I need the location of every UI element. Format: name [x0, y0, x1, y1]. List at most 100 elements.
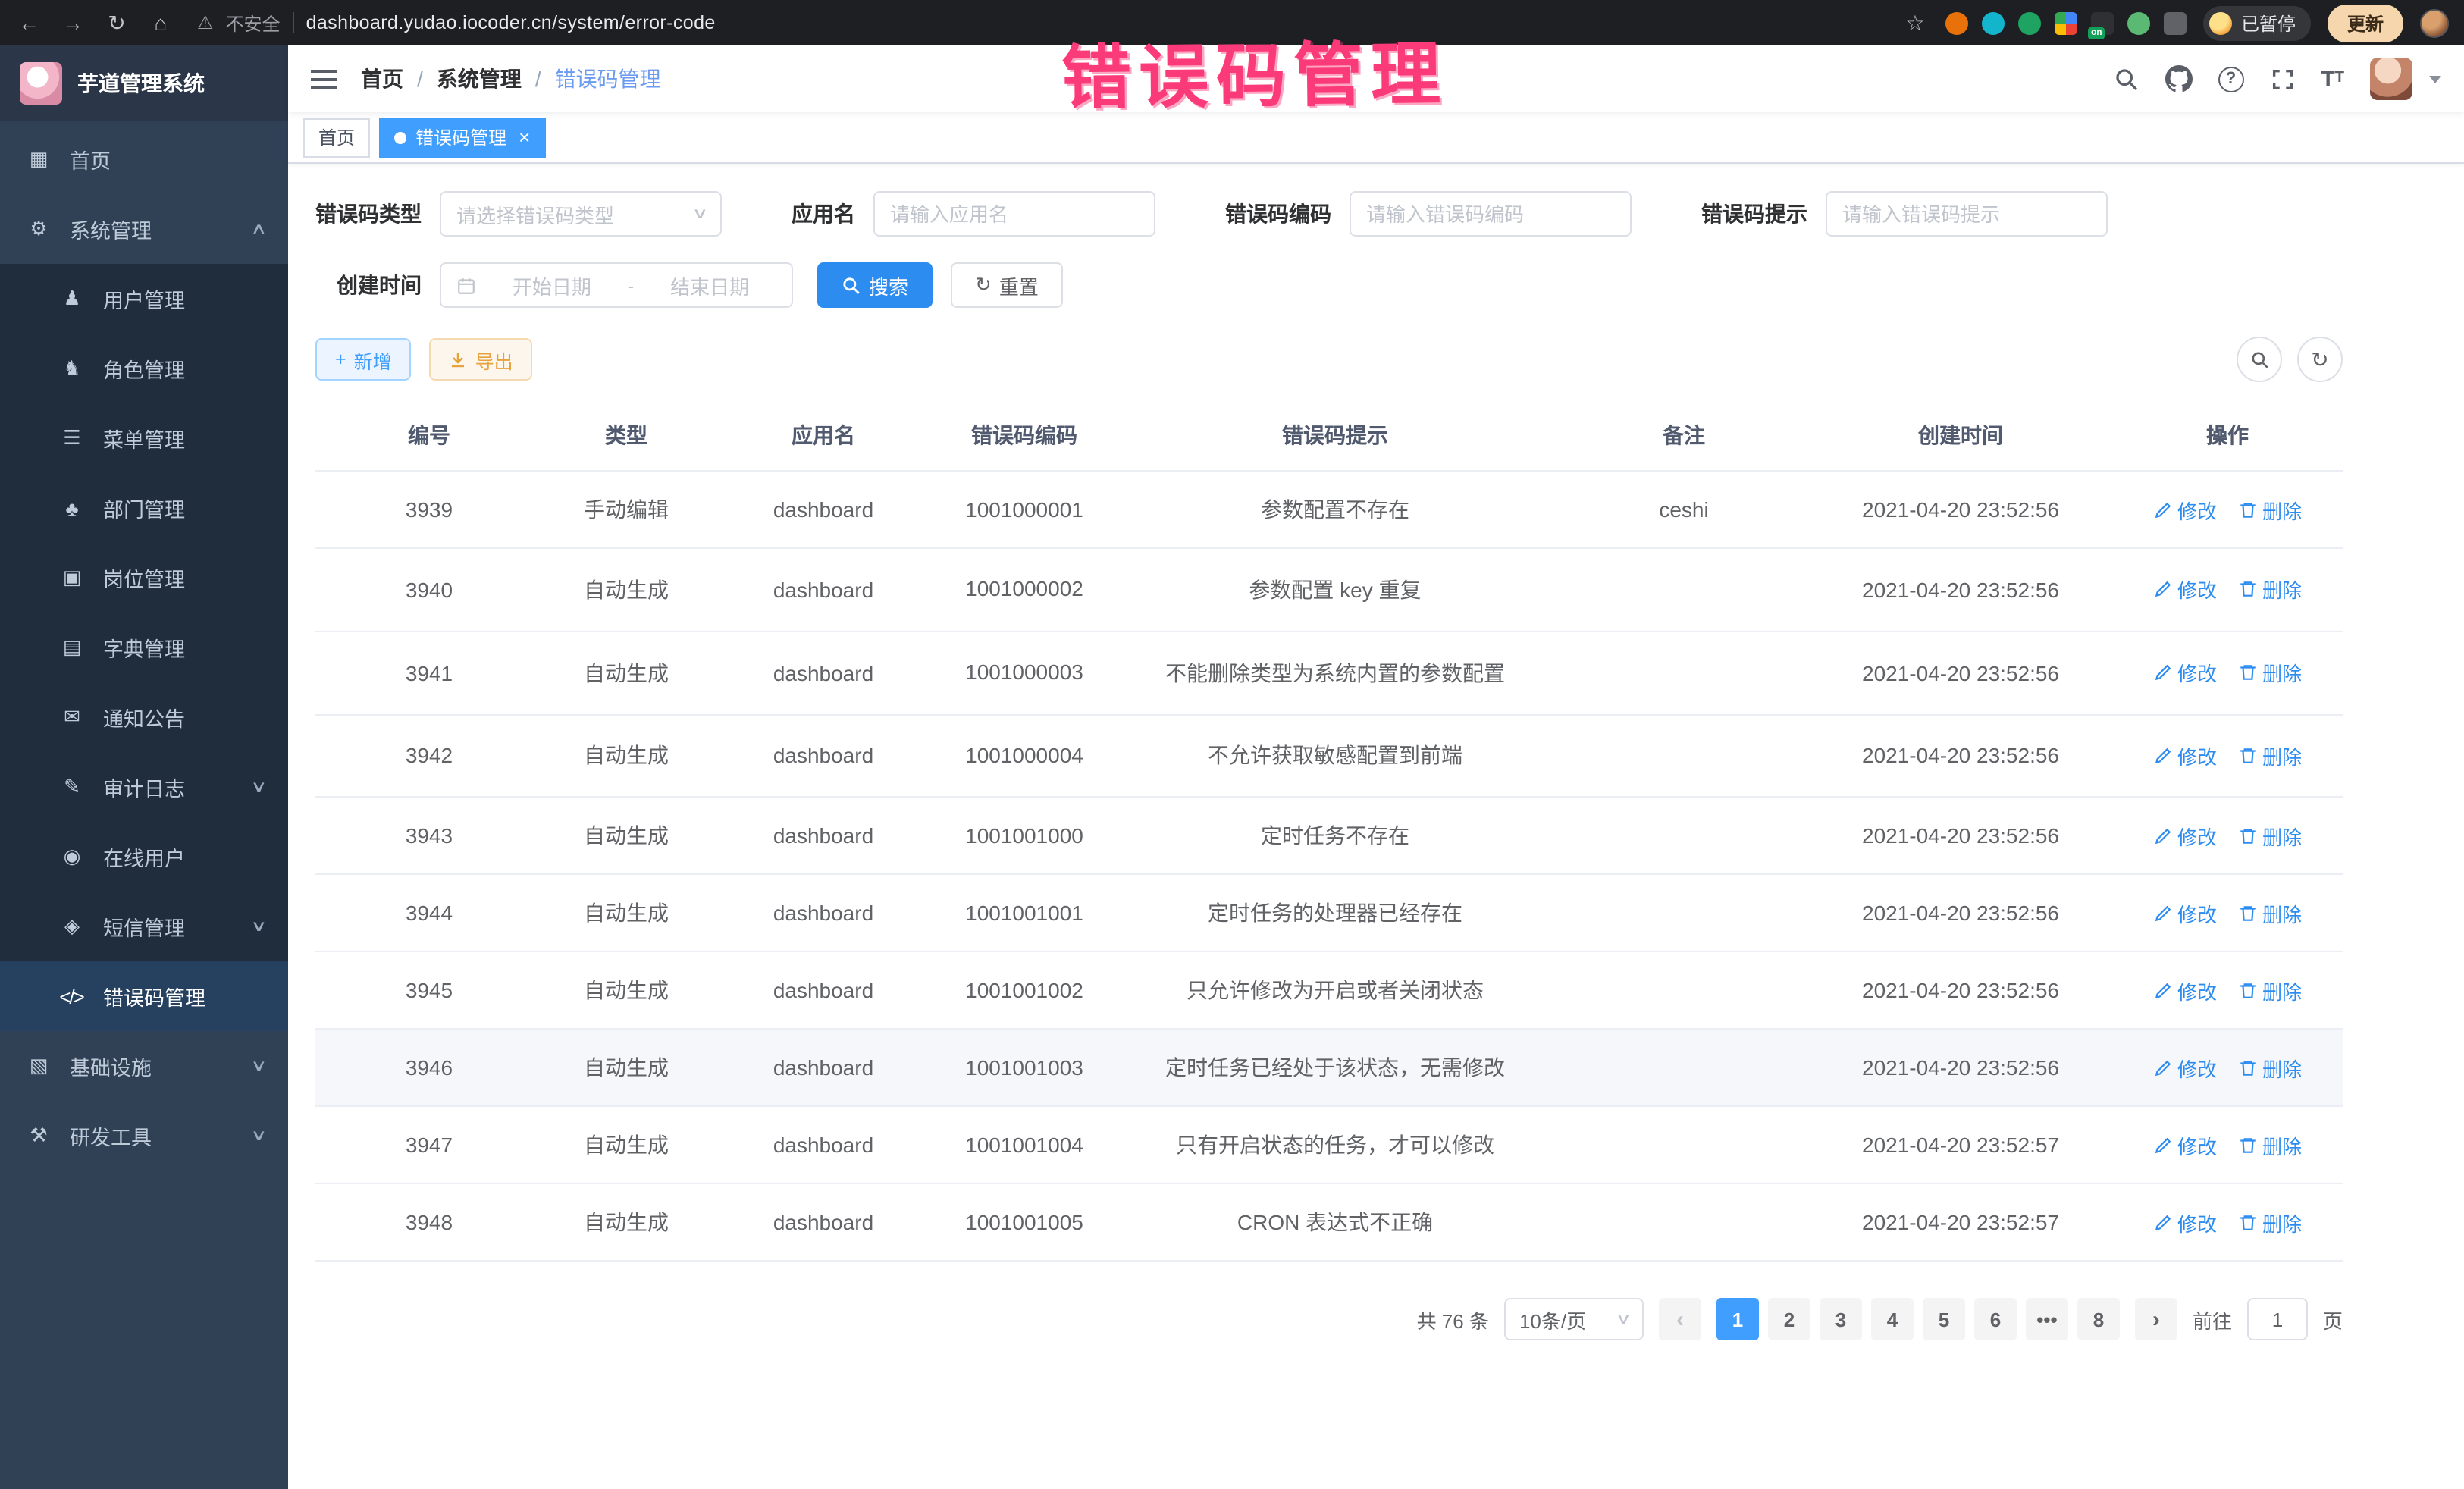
chevron-down-icon[interactable]: [2429, 75, 2441, 83]
edit-button[interactable]: 修改: [2153, 1208, 2217, 1237]
date-range-picker[interactable]: 开始日期 - 结束日期: [440, 262, 793, 308]
add-button[interactable]: + 新增: [315, 338, 412, 381]
sidebar-item-system[interactable]: ⚙系统管理∧: [0, 194, 288, 264]
delete-button[interactable]: 删除: [2238, 495, 2302, 524]
fullscreen-icon[interactable]: [2269, 66, 2295, 92]
extension-on-badge-icon[interactable]: on: [2091, 11, 2114, 34]
address-bar[interactable]: ⚠ 不安全 dashboard.yudao.iocoder.cn/system/…: [191, 10, 1885, 36]
delete-button[interactable]: 删除: [2238, 741, 2302, 770]
edit-button[interactable]: 修改: [2153, 1131, 2217, 1160]
edit-button[interactable]: 修改: [2153, 822, 2217, 851]
show-search-button[interactable]: [2237, 337, 2282, 382]
sidebar-item-home[interactable]: ▦首页: [0, 124, 288, 194]
sidebar-item-audit[interactable]: ✎审计日志∨: [0, 752, 288, 822]
reset-button[interactable]: ↻ 重置: [951, 262, 1063, 308]
edit-button[interactable]: 修改: [2153, 575, 2217, 604]
sidebar-item-dict[interactable]: ▤字典管理: [0, 613, 288, 682]
search-button[interactable]: 搜索: [817, 262, 933, 308]
close-icon[interactable]: ×: [519, 127, 530, 147]
cell-ops: 修改删除: [2112, 1107, 2343, 1184]
page-button-1[interactable]: 1: [1716, 1299, 1759, 1341]
url-text[interactable]: dashboard.yudao.iocoder.cn/system/error-…: [306, 12, 716, 33]
goto-page-input[interactable]: [2247, 1299, 2308, 1341]
page-button-5[interactable]: 5: [1923, 1299, 1965, 1341]
font-size-icon[interactable]: TT: [2321, 67, 2344, 90]
extension-puzzle-icon[interactable]: [2164, 11, 2187, 34]
sidebar-item-errorcode[interactable]: </>错误码管理: [0, 961, 288, 1031]
sidebar-item-role[interactable]: ♞角色管理: [0, 334, 288, 403]
sidebar-item-dept[interactable]: ♣部门管理: [0, 473, 288, 543]
page-unit-label: 页: [2323, 1306, 2343, 1334]
extension-green-circle-icon[interactable]: [2018, 11, 2041, 34]
page-size-select[interactable]: 10条/页 ∨: [1504, 1299, 1644, 1341]
hamburger-icon[interactable]: [311, 69, 337, 89]
delete-button[interactable]: 删除: [2238, 1054, 2302, 1083]
back-icon[interactable]: ←: [15, 11, 42, 35]
delete-button[interactable]: 删除: [2238, 658, 2302, 687]
prev-page-button[interactable]: ‹: [1659, 1299, 1701, 1341]
cell-type: 自动生成: [543, 875, 710, 952]
paused-badge[interactable]: 已暂停: [2203, 5, 2311, 40]
browser-avatar[interactable]: [2420, 8, 2449, 37]
edit-button[interactable]: 修改: [2153, 1054, 2217, 1083]
reset-label: 重置: [999, 271, 1039, 299]
delete-button[interactable]: 删除: [2238, 976, 2302, 1005]
help-icon[interactable]: ?: [2218, 66, 2243, 92]
error-type-select[interactable]: 请选择错误码类型 ∨: [440, 191, 722, 237]
edit-button[interactable]: 修改: [2153, 495, 2217, 524]
tab-home[interactable]: 首页: [303, 118, 370, 157]
edit-button[interactable]: 修改: [2153, 658, 2217, 687]
extension-teal-drop-icon[interactable]: [1982, 11, 2005, 34]
extension-plant-icon[interactable]: [2127, 11, 2150, 34]
delete-button[interactable]: 删除: [2238, 1131, 2302, 1160]
sidebar-item-sms[interactable]: ◈短信管理∨: [0, 892, 288, 961]
sidebar-item-infra[interactable]: ▧基础设施∨: [0, 1031, 288, 1101]
cell-app: dashboard: [710, 1184, 937, 1262]
sidebar-item-user[interactable]: ♟用户管理: [0, 264, 288, 334]
update-button[interactable]: 更新: [2328, 4, 2403, 42]
breadcrumb-system[interactable]: 系统管理: [437, 64, 522, 94]
breadcrumb-home[interactable]: 首页: [361, 64, 403, 94]
dashboard-icon: ▦: [24, 147, 52, 171]
sidebar-item-post[interactable]: ▣岗位管理: [0, 543, 288, 613]
sidebar-item-devtool[interactable]: ⚒研发工具∨: [0, 1101, 288, 1171]
error-code-input[interactable]: [1366, 202, 1615, 225]
bookmark-star-icon[interactable]: ☆: [1901, 10, 1929, 36]
page-button-2[interactable]: 2: [1768, 1299, 1810, 1341]
sidebar-item-menu[interactable]: ☰菜单管理: [0, 403, 288, 473]
extension-grid-icon[interactable]: [2055, 11, 2077, 34]
sidebar-item-notice[interactable]: ✉通知公告: [0, 682, 288, 752]
pagination: 共 76 条 10条/页 ∨ ‹ 123456•••8 › 前往 页: [315, 1262, 2343, 1378]
end-date-placeholder[interactable]: 结束日期: [643, 271, 776, 299]
pagination-more-button[interactable]: •••: [2026, 1299, 2068, 1341]
tab-error-code[interactable]: 错误码管理 ×: [379, 118, 545, 157]
refresh-table-button[interactable]: ↻: [2297, 337, 2343, 382]
delete-button[interactable]: 删除: [2238, 899, 2302, 928]
edit-button[interactable]: 修改: [2153, 899, 2217, 928]
app-name-input[interactable]: [890, 202, 1139, 225]
page-button-8[interactable]: 8: [2077, 1299, 2120, 1341]
user-avatar[interactable]: [2370, 58, 2412, 100]
extension-orange-icon[interactable]: [1945, 11, 1968, 34]
chevron-down-icon: ∨: [250, 1127, 267, 1144]
forward-icon[interactable]: →: [59, 11, 86, 35]
edit-button[interactable]: 修改: [2153, 976, 2217, 1005]
edit-button[interactable]: 修改: [2153, 741, 2217, 770]
app-logo[interactable]: 芋道管理系统: [0, 45, 288, 121]
start-date-placeholder[interactable]: 开始日期: [485, 271, 619, 299]
home-icon[interactable]: ⌂: [147, 11, 174, 35]
delete-button[interactable]: 删除: [2238, 575, 2302, 604]
github-icon[interactable]: [2165, 65, 2192, 92]
delete-button[interactable]: 删除: [2238, 822, 2302, 851]
sidebar-item-online[interactable]: ◉在线用户: [0, 822, 288, 892]
security-label[interactable]: 不安全: [226, 10, 281, 36]
reload-icon[interactable]: ↻: [103, 10, 130, 36]
export-button[interactable]: 导出: [430, 338, 533, 381]
page-button-4[interactable]: 4: [1871, 1299, 1914, 1341]
delete-button[interactable]: 删除: [2238, 1208, 2302, 1237]
page-button-6[interactable]: 6: [1974, 1299, 2017, 1341]
page-button-3[interactable]: 3: [1820, 1299, 1862, 1341]
next-page-button[interactable]: ›: [2135, 1299, 2177, 1341]
error-msg-input[interactable]: [1842, 202, 2091, 225]
search-icon[interactable]: [2113, 66, 2139, 92]
